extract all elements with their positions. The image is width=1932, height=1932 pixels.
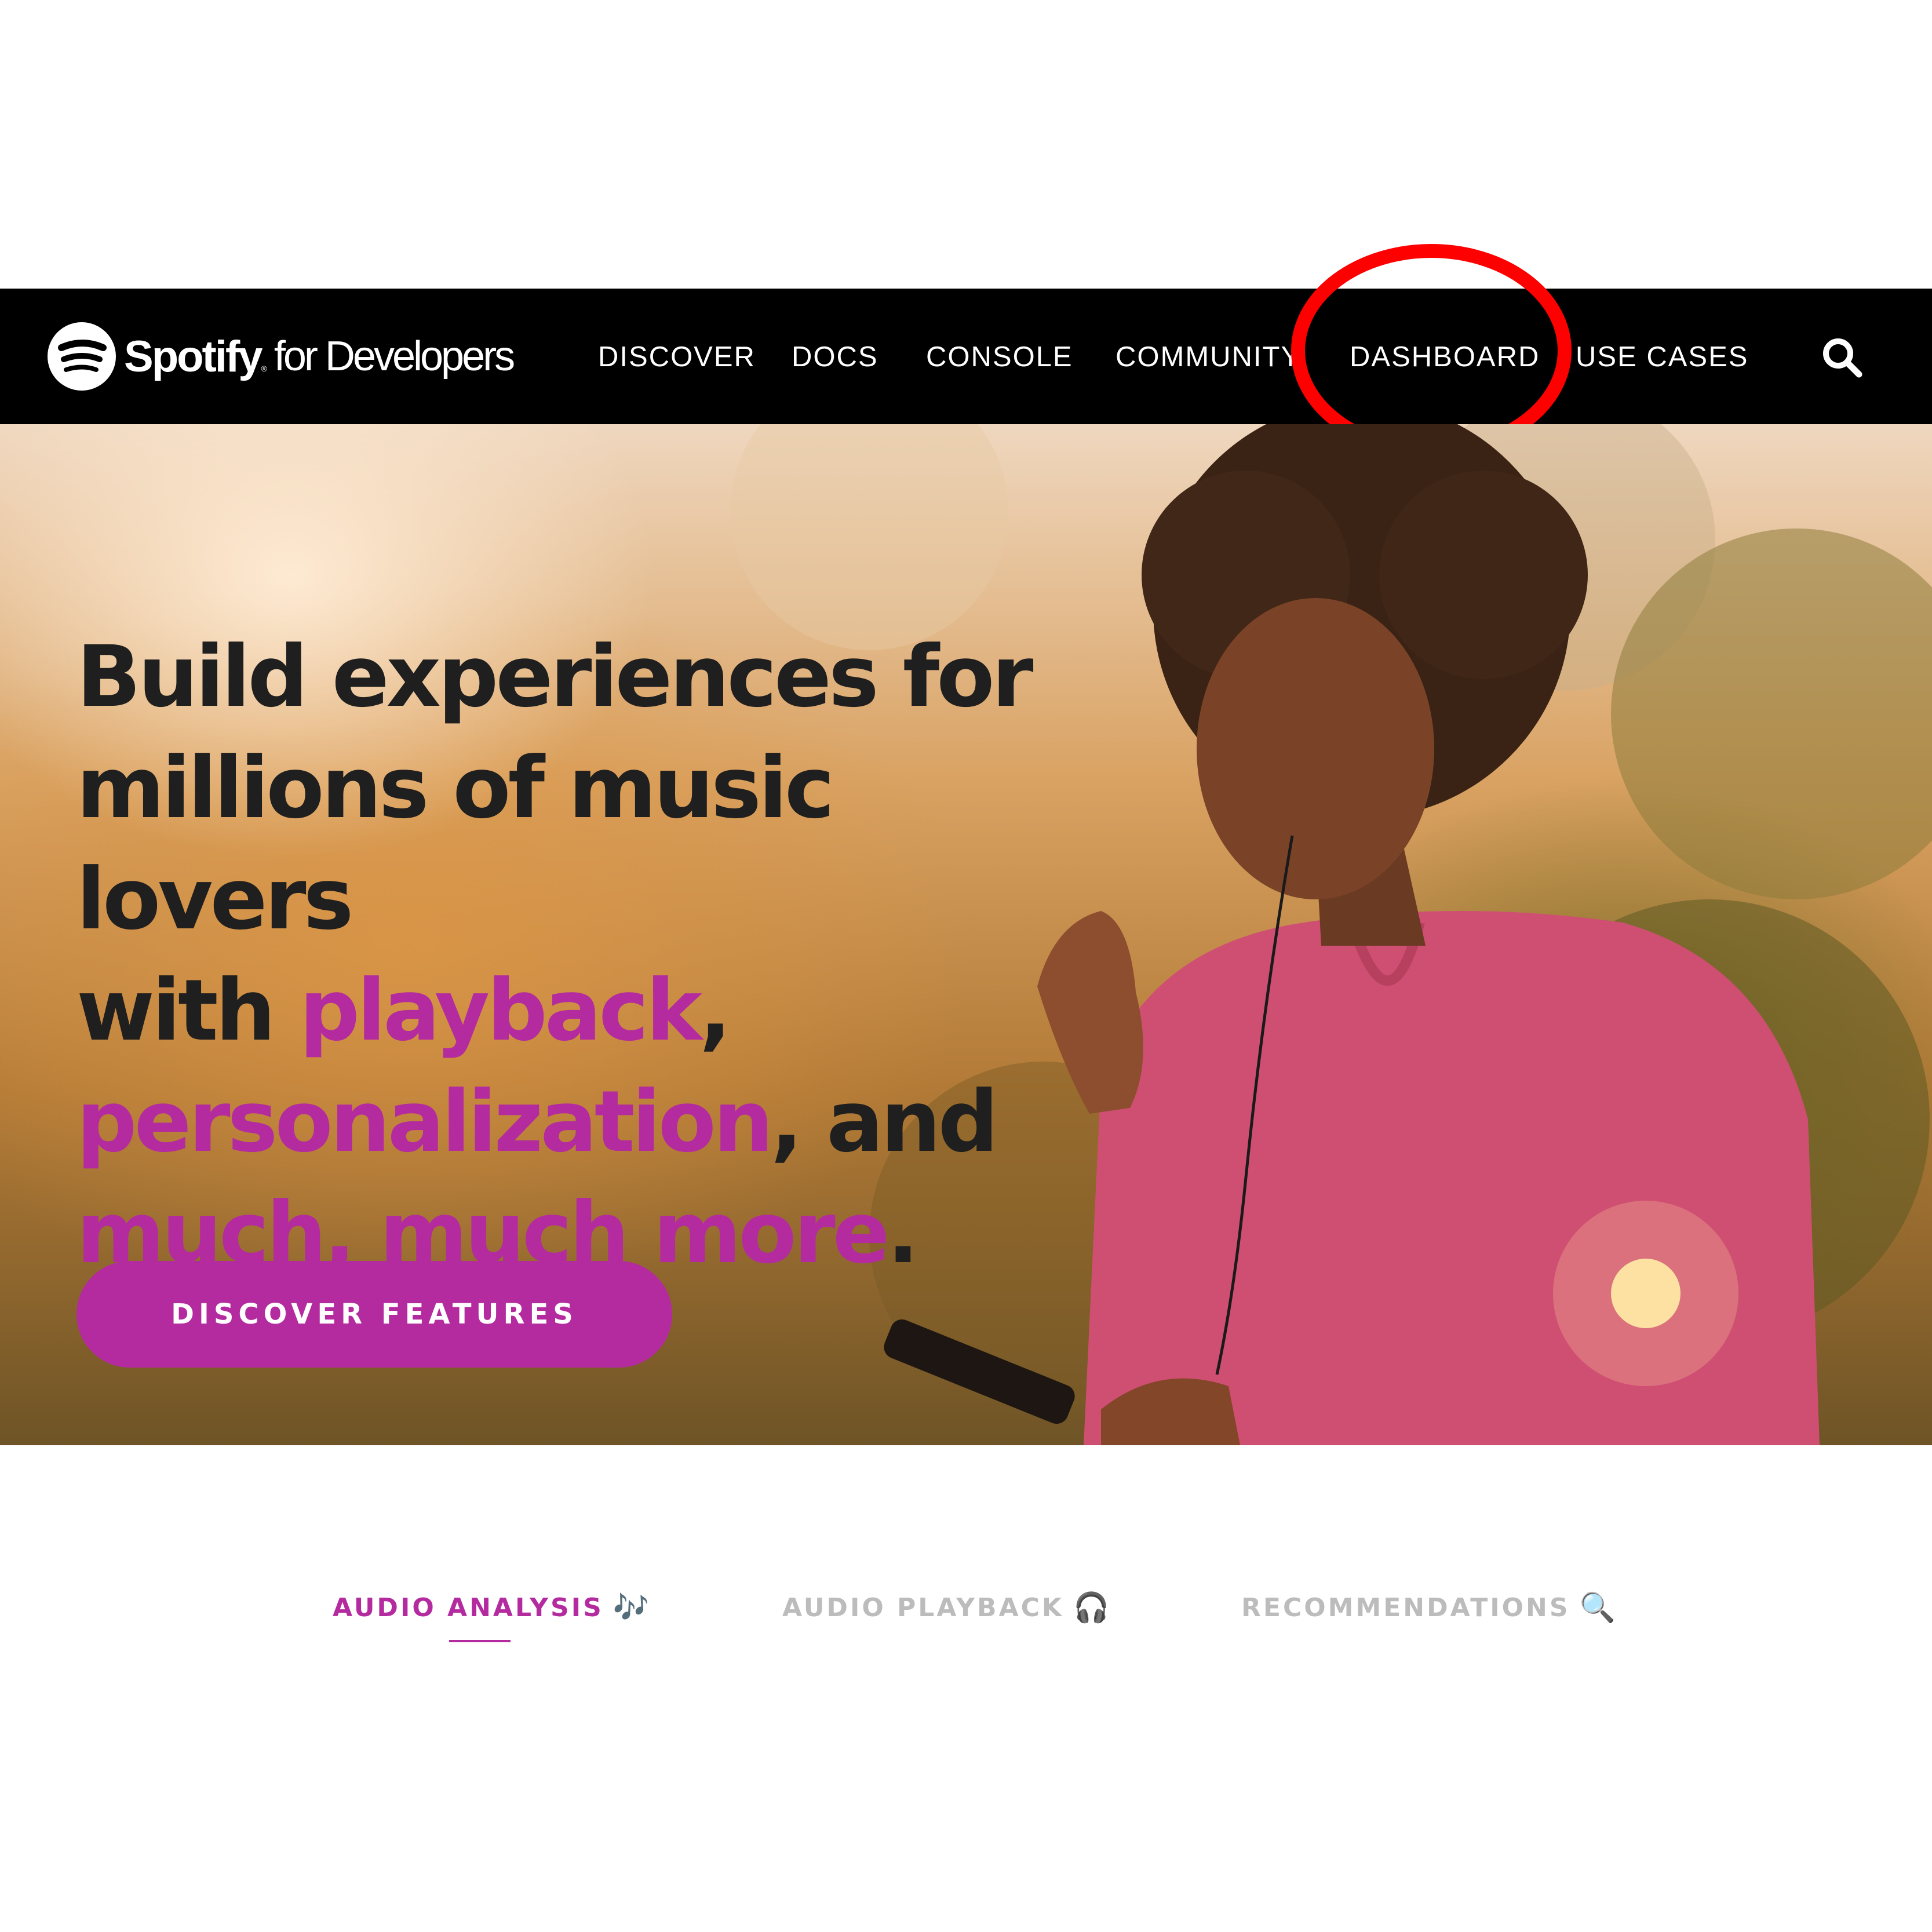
hero-headline: Build experiences for millions of music … [76,621,1120,1289]
spotify-for-developers-logo[interactable]: Spotify ® for Developers [48,319,515,394]
logo-trademark: ® [261,364,267,373]
tab-audio-analysis[interactable]: AUDIO ANALYSIS 🎶 [333,1591,651,1625]
headline-line-1: Build experiences for [76,628,1034,726]
magnifier-icon: 🔍 [1579,1591,1618,1624]
headline-line-4: personalization, and [76,1066,1120,1178]
tab-recommendations-label: RECOMMENDATIONS [1241,1593,1570,1623]
tab-audio-playback[interactable]: AUDIO PLAYBACK 🎧 [782,1591,1111,1625]
logo-suffix-text: for Developers [274,333,515,380]
tab-audio-playback-label: AUDIO PLAYBACK [782,1593,1065,1623]
headline-line-3: with playback, [76,955,1120,1066]
headline-with: with [76,961,300,1060]
nav-item-discover[interactable]: DISCOVER [598,340,756,374]
headline-accent-personalization: personalization [76,1073,774,1171]
tab-audio-analysis-label: AUDIO ANALYSIS [333,1593,604,1623]
hero-section: Build experiences for millions of music … [0,424,1932,1445]
headline-accent-playback: playback [299,961,702,1060]
tab-recommendations[interactable]: RECOMMENDATIONS 🔍 [1241,1591,1618,1625]
nav-item-community[interactable]: COMMUNITY [1116,340,1301,374]
logo-brand-text: Spotify [124,331,263,381]
spotify-logo-icon [48,322,116,391]
headphones-icon: 🎧 [1073,1591,1112,1624]
headline-comma: , [699,961,732,1060]
music-notes-icon: 🎶 [613,1591,652,1624]
nav-item-docs[interactable]: DOCS [792,340,878,374]
top-nav-bar: Spotify ® for Developers DISCOVER DOCS C… [0,289,1932,424]
headline-period: . [887,1184,920,1282]
headline-line-2: millions of music lovers [76,739,835,949]
active-tab-underline [449,1640,511,1642]
nav-item-use-cases[interactable]: USE CASES [1576,340,1748,374]
search-icon[interactable] [1820,335,1866,381]
headline-and: , and [770,1073,998,1171]
nav-item-console[interactable]: CONSOLE [926,340,1073,374]
nav-item-dashboard[interactable]: DASHBOARD [1350,340,1540,374]
discover-features-button[interactable]: DISCOVER FEATURES [76,1261,672,1368]
